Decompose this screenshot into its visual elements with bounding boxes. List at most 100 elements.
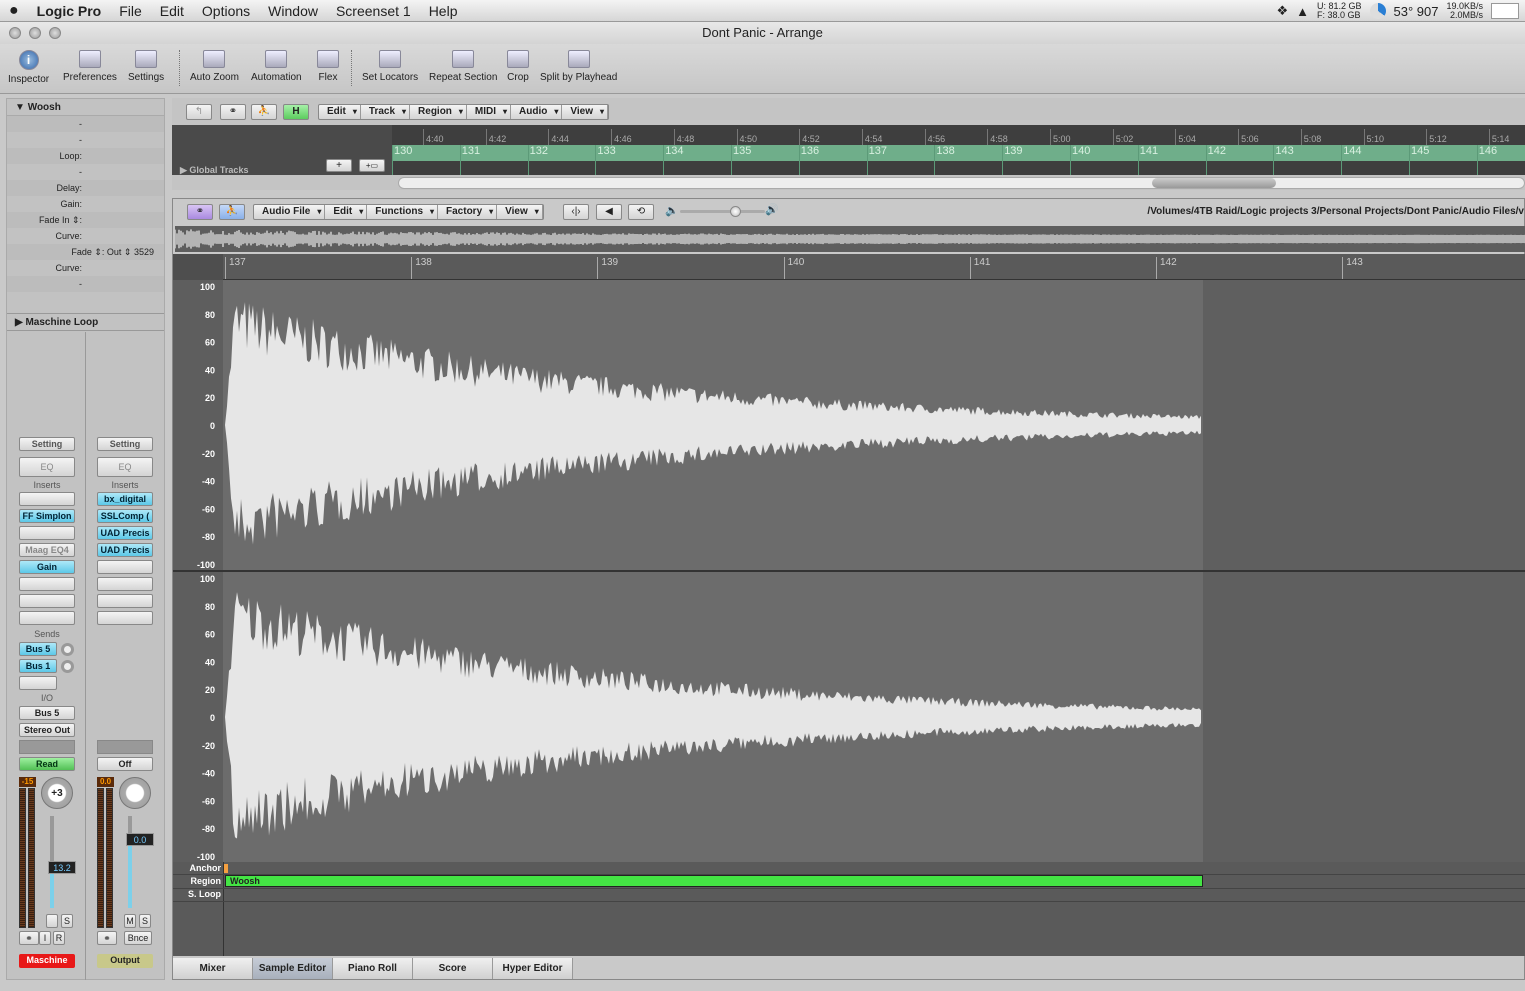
region-param-row[interactable]: Gain: <box>7 196 164 212</box>
menu-screenset[interactable]: Screenset 1 <box>327 3 420 19</box>
insert-slot[interactable] <box>19 611 75 625</box>
send-slot[interactable]: Bus 1 <box>19 659 57 673</box>
insert-slot[interactable]: SSLComp ( <box>97 509 153 523</box>
insert-slot[interactable]: bx_digital <box>97 492 153 506</box>
output-slot[interactable]: Stereo Out <box>19 723 75 737</box>
channel-name[interactable]: Maschine <box>19 954 75 968</box>
insert-slot[interactable]: UAD Precis <box>97 526 153 540</box>
insert-slot[interactable]: UAD Precis <box>97 543 153 557</box>
insert-slot[interactable] <box>19 526 75 540</box>
menu-file[interactable]: File <box>110 3 151 19</box>
automation-button[interactable]: Automation <box>251 50 302 83</box>
region-param-row[interactable]: - <box>7 164 164 180</box>
split-by-playhead-button[interactable]: Split by Playhead <box>540 50 617 83</box>
insert-slot[interactable]: Maag EQ4 <box>19 543 75 557</box>
region-param-row[interactable]: - <box>7 132 164 148</box>
menu-track[interactable]: Track <box>361 105 411 119</box>
crop-button[interactable]: Crop <box>507 50 529 83</box>
insert-slot[interactable]: FF Simplon <box>19 509 75 523</box>
region-param-row[interactable]: Delay: <box>7 180 164 196</box>
send-slot[interactable] <box>19 676 57 690</box>
transient-button[interactable]: ‹|› <box>563 204 589 220</box>
waveform-overview[interactable] <box>175 226 1525 252</box>
eq-display[interactable]: EQ <box>19 457 75 477</box>
insert-slot[interactable] <box>19 594 75 608</box>
dropbox-icon[interactable]: ❖ <box>1276 3 1288 19</box>
catch-button[interactable]: ⛹ <box>251 104 277 120</box>
catch-button[interactable]: ⛹ <box>219 204 245 220</box>
send-level-knob[interactable] <box>61 660 74 673</box>
repeat-section-button[interactable]: Repeat Section <box>429 50 497 83</box>
add-track-button[interactable]: + <box>326 159 352 172</box>
setting-button[interactable]: Setting <box>19 437 75 451</box>
apple-icon[interactable]: ● <box>0 2 28 20</box>
menu-view[interactable]: View <box>497 205 543 219</box>
horizontal-scrollbar[interactable] <box>398 177 1525 189</box>
peak-display[interactable]: 0.0 <box>97 777 114 787</box>
strip-button-s[interactable]: S <box>139 914 151 928</box>
global-tracks-toggle[interactable]: ▶ Global Tracks <box>180 165 248 176</box>
cpu-meter-icon[interactable] <box>1491 3 1519 19</box>
send-level-knob[interactable] <box>61 643 74 656</box>
close-button[interactable] <box>9 27 21 39</box>
region-param-row[interactable]: Fade ⇕: Out ⇕ 3529 <box>7 244 164 260</box>
eq-display[interactable]: EQ <box>97 457 153 477</box>
editor-ruler[interactable]: 137 138 139 140 141 142 143 <box>173 254 1525 280</box>
fader-handle[interactable]: 13.2 <box>48 860 76 874</box>
menu-window[interactable]: Window <box>259 3 327 19</box>
menu-edit[interactable]: Edit <box>319 105 361 119</box>
group-slot[interactable] <box>97 740 153 754</box>
insert-slot[interactable] <box>97 560 153 574</box>
insert-slot[interactable] <box>97 577 153 591</box>
anchor-marker[interactable] <box>224 864 228 873</box>
inspector-button[interactable]: i Inspector <box>8 50 49 85</box>
tab-hyper-editor[interactable]: Hyper Editor <box>493 958 573 979</box>
loop-button[interactable]: ⟲ <box>628 204 654 220</box>
auto-zoom-button[interactable]: Auto Zoom <box>190 50 239 83</box>
preferences-button[interactable]: Preferences <box>63 50 117 83</box>
menu-audio-file[interactable]: Audio File <box>254 205 326 219</box>
menu-edit[interactable]: Edit <box>325 205 368 219</box>
volume-slider-knob[interactable] <box>730 206 741 217</box>
strip-button-link[interactable]: ⚭ <box>97 931 117 945</box>
tab-piano-roll[interactable]: Piano Roll <box>333 958 413 979</box>
strip-button-r[interactable]: R <box>53 931 65 945</box>
strip-button-blank[interactable] <box>46 914 58 928</box>
menu-functions[interactable]: Functions <box>367 205 439 219</box>
scrollbar-thumb[interactable] <box>1152 178 1276 188</box>
automation-mode[interactable]: Read <box>19 757 75 771</box>
insert-slot[interactable] <box>97 594 153 608</box>
insert-slot[interactable] <box>97 611 153 625</box>
region-param-row[interactable]: Curve: <box>7 260 164 276</box>
arrange-ruler[interactable]: 4:40 4:42 4:44 4:46 4:48 4:50 4:52 4:54 4:56 4:58… <box>392 125 1525 175</box>
setting-button[interactable]: Setting <box>97 437 153 451</box>
waveform-display[interactable]: 100 80 60 40 20 0 -20 -40 -60 -80 -100 100 80 60 40 20 0… <box>173 280 1525 862</box>
track-parameters-header[interactable]: ▶ Maschine Loop <box>7 313 164 331</box>
strip-button-bnce[interactable]: Bnce <box>124 931 152 945</box>
region-bar[interactable]: Woosh <box>225 875 1203 887</box>
volume-slider[interactable] <box>680 206 765 217</box>
flex-button[interactable]: Flex <box>317 50 339 83</box>
strip-button-s[interactable]: S <box>61 914 73 928</box>
strip-button-link[interactable]: ⚭ <box>19 931 39 945</box>
hide-button[interactable]: H <box>283 104 309 120</box>
minimize-button[interactable] <box>29 27 41 39</box>
send-slot[interactable]: Bus 5 <box>19 642 57 656</box>
peak-display[interactable]: -15 <box>19 777 36 787</box>
menu-help[interactable]: Help <box>420 3 467 19</box>
memory-pie-icon[interactable] <box>1369 3 1386 19</box>
region-param-row[interactable]: - <box>7 276 164 292</box>
set-locators-button[interactable]: Set Locators <box>362 50 418 83</box>
menu-midi[interactable]: MIDI <box>467 105 512 119</box>
group-slot[interactable] <box>19 740 75 754</box>
region-param-row[interactable]: - <box>7 116 164 132</box>
insert-slot[interactable] <box>19 492 75 506</box>
menu-edit[interactable]: Edit <box>151 3 193 19</box>
menu-audio[interactable]: Audio <box>511 105 563 119</box>
channel-name[interactable]: Output <box>97 954 153 968</box>
new-track-duplicate-button[interactable]: +▭ <box>359 159 385 172</box>
fader-handle[interactable]: 0.0 <box>126 833 154 846</box>
menu-region[interactable]: Region <box>410 105 467 119</box>
region-parameters-header[interactable]: ▼ Woosh <box>7 99 164 116</box>
tab-sample-editor[interactable]: Sample Editor <box>253 958 333 979</box>
